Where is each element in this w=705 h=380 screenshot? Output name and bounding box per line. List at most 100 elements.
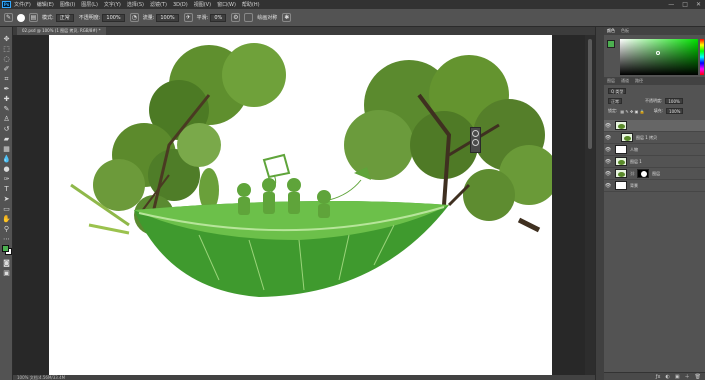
menu-edit[interactable]: 编辑(E) <box>37 1 54 8</box>
type-tool-icon[interactable]: T <box>2 185 11 193</box>
foreground-color-swatch[interactable] <box>2 245 9 252</box>
tab-channels[interactable]: 通道 <box>621 78 629 84</box>
menu-select[interactable]: 选择(S) <box>127 1 144 8</box>
brush-tool-icon[interactable]: ✎ <box>4 13 13 22</box>
menu-window[interactable]: 窗口(W) <box>217 1 236 8</box>
history-brush-tool-icon[interactable]: ↺ <box>2 125 11 133</box>
lasso-tool-icon[interactable]: ◌ <box>2 55 11 63</box>
brush-preset-picker[interactable] <box>17 13 25 22</box>
zoom-tool-icon[interactable]: ⚲ <box>2 225 11 233</box>
rectangle-tool-icon[interactable]: ▭ <box>2 205 11 213</box>
layer-row[interactable]: 👁 背景 <box>604 180 705 192</box>
add-mask-icon[interactable]: ▣ <box>675 374 680 380</box>
blur-tool-icon[interactable]: 💧 <box>2 155 11 163</box>
flow-input[interactable]: 100% <box>156 13 179 22</box>
tab-layers[interactable]: 图层 <box>607 78 615 84</box>
smooth-label: 平滑: <box>196 15 209 21</box>
adjustment-layer-icon[interactable]: ◐ <box>666 374 670 380</box>
color-panel-tabs: 颜色 色板 <box>604 27 705 35</box>
layer-kind-filter[interactable]: Q 类型 <box>608 88 627 94</box>
document-tab[interactable]: 02.psd @ 100% (1 图层 拷贝, RGB/8#) * <box>17 27 106 35</box>
visibility-eye-icon[interactable]: 👁 <box>604 171 612 177</box>
layer-row[interactable]: 👁 图层 1 <box>604 156 705 168</box>
fx-icon[interactable]: ƒx <box>656 374 661 380</box>
document-canvas[interactable] <box>49 35 552 375</box>
color-picker-handle[interactable] <box>656 51 660 55</box>
new-layer-icon[interactable]: ＋ <box>685 373 690 380</box>
clone-stamp-tool-icon[interactable]: ♙ <box>2 115 11 123</box>
trash-icon[interactable]: 🗑 <box>695 374 701 380</box>
quick-select-tool-icon[interactable]: ✐ <box>2 65 11 73</box>
pressure-opacity-icon[interactable]: ◔ <box>129 13 139 22</box>
symmetry-checkbox[interactable] <box>244 13 254 22</box>
airbrush-icon[interactable]: ✈ <box>183 13 193 22</box>
smooth-input[interactable]: 0% <box>210 13 227 22</box>
visibility-eye-icon[interactable]: 👁 <box>604 183 612 189</box>
tab-swatches[interactable]: 色板 <box>621 28 629 34</box>
eraser-tool-icon[interactable]: ▰ <box>2 135 11 143</box>
more-tools-icon[interactable]: ⋯ <box>2 235 11 243</box>
visibility-eye-icon[interactable]: 👁 <box>604 159 612 165</box>
gear-icon[interactable]: ⚙ <box>231 13 241 22</box>
hand-tool-icon[interactable]: ✋ <box>2 215 11 223</box>
mode-select[interactable]: 正常 <box>55 13 74 22</box>
layer-opacity-input[interactable]: 100% <box>665 98 683 104</box>
layers-panel-footer: ƒx ◐ ▣ ＋ 🗑 <box>604 372 705 380</box>
layer-name: 人物 <box>630 146 638 152</box>
color-foreground-swatch[interactable] <box>607 40 615 48</box>
layer-row[interactable]: 👁 人物 <box>604 144 705 156</box>
menu-layer[interactable]: 图层(L) <box>81 1 98 8</box>
menu-view[interactable]: 视图(V) <box>194 1 211 8</box>
close-button[interactable]: ✕ <box>696 1 701 8</box>
menu-file[interactable]: 文件(F) <box>14 1 31 8</box>
visibility-eye-icon[interactable]: 👁 <box>604 135 612 141</box>
opacity-input[interactable]: 100% <box>102 13 125 22</box>
layer-row[interactable]: 👁 <box>604 120 705 132</box>
layer-row[interactable]: 👁 ⛓ 图层 <box>604 168 705 180</box>
eyedropper-tool-icon[interactable]: ✒ <box>2 85 11 93</box>
mode-label: 模式: <box>42 15 54 21</box>
menu-image[interactable]: 图像(I) <box>60 1 75 8</box>
screen-mode-icon[interactable]: ▣ <box>2 269 11 277</box>
collapsed-panel-dock[interactable] <box>595 27 604 380</box>
pen-tool-icon[interactable]: ✑ <box>2 175 11 183</box>
move-tool-icon[interactable]: ✥ <box>2 35 11 43</box>
menu-type[interactable]: 文字(Y) <box>104 1 121 8</box>
flow-label: 流量: <box>142 15 155 21</box>
visibility-eye-icon[interactable]: 👁 <box>604 123 612 129</box>
visibility-eye-icon[interactable]: 👁 <box>604 147 612 153</box>
layer-row[interactable]: 👁 图层 1 拷贝 <box>604 132 705 144</box>
menu-help[interactable]: 帮助(H) <box>242 1 260 8</box>
hue-slider[interactable] <box>700 39 704 75</box>
tab-paths[interactable]: 路径 <box>635 78 643 84</box>
properties-mini-panel[interactable] <box>470 127 481 153</box>
brush-settings-icon[interactable]: ▤ <box>29 13 38 22</box>
butterfly-symmetry-icon[interactable]: ✱ <box>282 13 292 22</box>
path-select-tool-icon[interactable]: ➤ <box>2 195 11 203</box>
fill-input[interactable]: 100% <box>666 108 684 114</box>
workspace <box>13 35 585 375</box>
layer-filter-row: Q 类型 <box>604 87 705 95</box>
blend-mode-select[interactable]: 正常 <box>608 98 622 104</box>
lock-icons[interactable]: ▦ ✎ ✥ ▣ 🔒 <box>620 109 644 114</box>
color-picker-field[interactable] <box>620 39 704 75</box>
tab-color[interactable]: 颜色 <box>607 28 615 34</box>
brush-tool-icon[interactable]: ✎ <box>2 105 11 113</box>
quick-mask-icon[interactable]: ◙ <box>2 259 11 267</box>
menu-bar: Ps 文件(F) 编辑(E) 图像(I) 图层(L) 文字(Y) 选择(S) 滤… <box>0 0 705 9</box>
dodge-tool-icon[interactable]: ● <box>2 165 11 173</box>
marquee-tool-icon[interactable]: ⬚ <box>2 45 11 53</box>
maximize-button[interactable]: □ <box>682 1 688 8</box>
crop-tool-icon[interactable]: ⌗ <box>2 75 11 83</box>
healing-brush-tool-icon[interactable]: ✚ <box>2 95 11 103</box>
vertical-scrollbar[interactable] <box>585 35 595 375</box>
photoshop-logo: Ps <box>2 1 11 8</box>
fill-label: 填充: <box>653 108 664 113</box>
layer-mask-thumbnail[interactable] <box>637 169 650 178</box>
minimize-button[interactable]: — <box>668 1 674 8</box>
brush-icon <box>472 139 479 146</box>
gradient-tool-icon[interactable]: ▦ <box>2 145 11 153</box>
menu-filter[interactable]: 滤镜(T) <box>150 1 167 8</box>
menu-3d[interactable]: 3D(D) <box>173 2 188 8</box>
document-tab-bar: 02.psd @ 100% (1 图层 拷贝, RGB/8#) * <box>13 27 595 35</box>
